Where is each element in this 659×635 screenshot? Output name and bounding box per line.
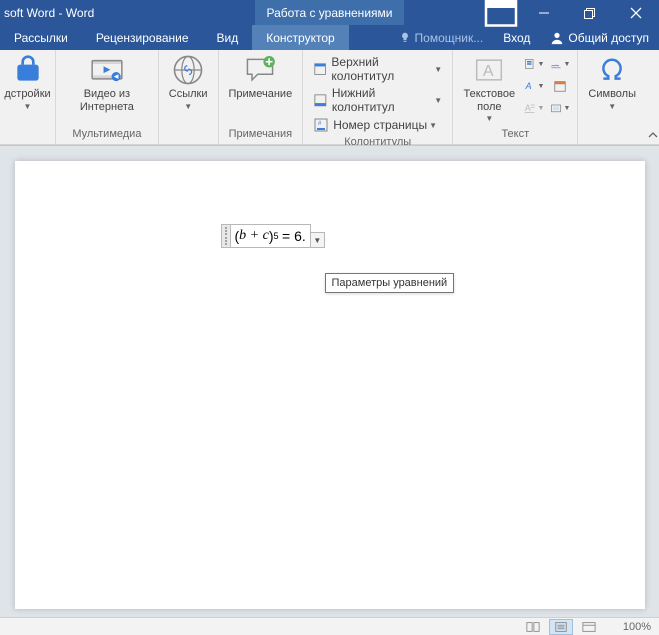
- online-video-label: Видео из Интернета: [66, 88, 148, 113]
- symbols-label: Символы: [588, 88, 636, 101]
- tab-view[interactable]: Вид: [203, 25, 253, 50]
- date-icon: [553, 79, 567, 93]
- signin-button[interactable]: Вход: [493, 31, 540, 45]
- symbols-button[interactable]: Символы ▼: [582, 52, 642, 113]
- tell-me-search[interactable]: Помощник...: [389, 31, 494, 45]
- status-bar: 100%: [0, 617, 659, 635]
- share-label: Общий доступ: [568, 31, 649, 45]
- comment-icon: [244, 54, 276, 86]
- window-controls: [481, 0, 659, 25]
- text-box-button[interactable]: A Текстовое поле ▼: [457, 52, 521, 125]
- header-label: Верхний колонтитул: [331, 55, 432, 83]
- window-title: soft Word - Word: [0, 6, 94, 20]
- wordart-icon: A: [524, 79, 536, 93]
- textbox-icon: A: [473, 54, 505, 86]
- restore-button[interactable]: [567, 0, 613, 25]
- tab-equation-design[interactable]: Конструктор: [252, 25, 348, 50]
- wordart-button[interactable]: A▼: [523, 76, 545, 96]
- video-icon: [91, 54, 123, 86]
- equation-content[interactable]: (b + c)5 = 6.: [231, 224, 311, 248]
- svg-text:A: A: [525, 81, 532, 91]
- page-number-icon: #: [313, 117, 329, 133]
- store-icon: [12, 54, 44, 86]
- links-label: Ссылки: [169, 88, 208, 101]
- footer-icon: [313, 92, 328, 108]
- ribbon-tabs: Рассылки Рецензирование Вид Конструктор …: [0, 25, 659, 50]
- addins-label: дстройки: [4, 88, 50, 101]
- quick-parts-button[interactable]: ▼: [523, 54, 545, 74]
- new-comment-label: Примечание: [229, 88, 293, 101]
- links-button[interactable]: Ссылки ▼: [163, 52, 214, 113]
- chevron-down-icon: ▼: [434, 65, 442, 74]
- date-time-button[interactable]: [549, 76, 571, 96]
- text-box-label: Текстовое поле: [463, 88, 515, 113]
- chevron-down-icon: ▼: [608, 102, 616, 111]
- chevron-up-icon: [648, 130, 658, 140]
- signature-line-button[interactable]: ▼: [549, 54, 571, 74]
- chevron-down-icon: ▼: [434, 96, 442, 105]
- equation-options-dropdown[interactable]: ▼: [311, 232, 325, 248]
- collapse-ribbon-button[interactable]: [646, 50, 659, 144]
- object-icon: [550, 101, 562, 115]
- chevron-down-icon: ▼: [24, 102, 32, 111]
- view-print-layout-button[interactable]: [549, 619, 573, 635]
- footer-button[interactable]: Нижний колонтитул ▼: [311, 85, 444, 115]
- svg-text:A: A: [525, 103, 531, 113]
- person-icon: [550, 31, 564, 45]
- link-icon: [172, 54, 204, 86]
- drop-cap-icon: A: [524, 101, 536, 115]
- page-number-button[interactable]: # Номер страницы ▼: [311, 116, 444, 134]
- group-header-footer: Верхний колонтитул ▼ Нижний колонтитул ▼…: [303, 50, 453, 144]
- tab-review[interactable]: Рецензирование: [82, 25, 203, 50]
- close-button[interactable]: [613, 0, 659, 25]
- tell-me-label: Помощник...: [415, 31, 484, 45]
- tab-mailings[interactable]: Рассылки: [0, 25, 82, 50]
- object-button[interactable]: ▼: [549, 98, 571, 118]
- svg-text:A: A: [483, 63, 494, 80]
- quick-parts-icon: [524, 57, 536, 71]
- chevron-down-icon: ▼: [485, 114, 493, 123]
- group-label-comments: Примечания: [223, 128, 299, 144]
- online-video-button[interactable]: Видео из Интернета: [60, 52, 154, 115]
- chevron-down-icon: ▼: [184, 102, 192, 111]
- header-icon: [313, 61, 327, 77]
- group-comments: Примечание Примечания: [219, 50, 304, 144]
- view-web-layout-button[interactable]: [577, 619, 601, 635]
- page-number-label: Номер страницы: [333, 118, 427, 132]
- lightbulb-icon: [399, 32, 411, 44]
- equation-options-tooltip: Параметры уравнений: [325, 273, 455, 293]
- svg-text:#: #: [318, 121, 322, 127]
- view-read-mode-button[interactable]: [521, 619, 545, 635]
- document-workspace[interactable]: (b + c)5 = 6. ▼ Параметры уравнений: [0, 145, 659, 630]
- document-page[interactable]: (b + c)5 = 6. ▼ Параметры уравнений: [15, 161, 645, 609]
- group-links: Ссылки ▼: [159, 50, 219, 144]
- group-label-text: Текст: [457, 128, 573, 144]
- title-bar: soft Word - Word Работа с уравнениями: [0, 0, 659, 25]
- drop-cap-button[interactable]: A▼: [523, 98, 545, 118]
- group-multimedia: Видео из Интернета Мультимедиа: [56, 50, 159, 144]
- zoom-level[interactable]: 100%: [623, 621, 651, 633]
- equation-drag-handle[interactable]: [221, 224, 231, 248]
- ribbon: дстройки ▼ Видео из Интернета Мультимеди…: [0, 50, 659, 145]
- group-label-multimedia: Мультимедиа: [60, 128, 154, 144]
- share-button[interactable]: Общий доступ: [540, 31, 659, 45]
- chevron-down-icon: ▼: [429, 121, 437, 130]
- new-comment-button[interactable]: Примечание: [223, 52, 299, 103]
- contextual-tab-label: Работа с уравнениями: [255, 0, 405, 25]
- group-addins: дстройки ▼: [0, 50, 56, 144]
- header-button[interactable]: Верхний колонтитул ▼: [311, 54, 444, 84]
- group-text: A Текстовое поле ▼ ▼ A▼ A▼ ▼ ▼ Текст: [453, 50, 578, 144]
- signature-icon: [550, 57, 562, 71]
- equation-object[interactable]: (b + c)5 = 6. ▼: [221, 224, 325, 248]
- minimize-button[interactable]: [521, 0, 567, 25]
- addins-button[interactable]: дстройки ▼: [4, 52, 51, 113]
- omega-icon: [596, 54, 628, 86]
- group-symbols: Символы ▼: [578, 50, 646, 144]
- footer-label: Нижний колонтитул: [332, 86, 432, 114]
